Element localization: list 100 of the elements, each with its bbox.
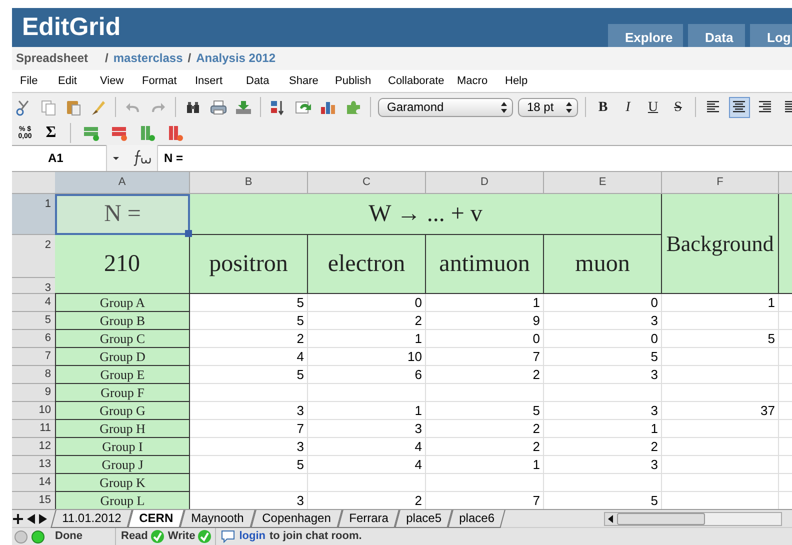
function-button[interactable] [106,145,158,172]
nav-tab[interactable]: Data [688,24,745,47]
menu-item[interactable]: File [20,72,58,90]
table-cell: positron [190,234,308,294]
table-cell: 0 [544,330,662,348]
table-cell: electron [308,234,426,294]
table-cell: 5 [190,456,308,474]
column-header[interactable]: B [190,172,308,194]
table-cell [779,402,792,420]
breadcrumb-link[interactable]: masterclass [113,49,183,68]
nav-tab[interactable]: Log [750,24,792,47]
row-number[interactable]: 9 [12,384,55,402]
formula-input[interactable]: N = [158,149,184,168]
breadcrumb-separator: / [105,50,108,68]
italic-button[interactable]: I [618,97,638,118]
check-icon [150,530,164,543]
row-number[interactable]: 4 [12,294,55,312]
table-cell: 5 [426,402,544,420]
chat-hint: to join chat room. [270,529,362,544]
sheet-tab[interactable]: Maynooth [180,510,256,528]
check-icon [198,530,212,543]
menu-item[interactable]: Macro [457,72,505,90]
fill-handle[interactable] [185,230,192,237]
nav-tab[interactable]: Explore [608,24,683,47]
table-cell: Group F [55,384,190,402]
scroll-thumb[interactable] [617,512,705,524]
table-cell: Group G [55,402,190,420]
table-cell: 4 [308,456,426,474]
download-icon [234,98,252,116]
login-link[interactable]: login [239,528,266,545]
column-header[interactable]: F [662,172,779,194]
align-icon [707,101,719,114]
scroll-left-icon[interactable] [605,512,617,524]
horizontal-scrollbar[interactable] [604,512,782,526]
table-cell: 5 [190,294,308,312]
row-number[interactable]: 1 [12,194,55,235]
row-number[interactable]: 3 [12,278,55,294]
sheet-tab[interactable]: Ferrara [337,510,400,528]
column-header[interactable]: A [55,172,190,194]
column-header[interactable]: D [426,172,544,194]
underline-button[interactable]: U [643,97,663,118]
column-header[interactable]: C [308,172,426,194]
table-cell: Group A [55,294,190,312]
table-cell: 2 [426,438,544,456]
menu-item[interactable]: Publish [335,72,388,90]
table-cell: W → ... + v [190,194,662,235]
sheet-tab[interactable]: place5 [394,510,453,528]
table-cell: 1 [426,456,544,474]
menu-item[interactable]: Edit [58,72,100,90]
size-select[interactable]: 18 pt [518,98,578,117]
row-number[interactable]: 5 [12,312,55,330]
selected-cell[interactable]: N = [55,194,190,235]
table-cell [779,420,792,438]
row-number[interactable]: 7 [12,348,55,366]
next-sheet-icon[interactable] [39,514,47,524]
sum-button[interactable]: Σ [42,121,60,146]
sheet-tab[interactable]: 11.01.2012 [50,510,133,528]
add-sheet-icon[interactable] [13,514,23,524]
table-cell: antimuon [426,234,544,294]
table-cell: 6 [308,366,426,384]
status-light-icon [31,530,45,544]
table-cell: 4 [190,348,308,366]
menu-item[interactable]: Insert [195,72,246,90]
menu-item[interactable]: Data [246,72,289,90]
table-cell [779,312,792,330]
font-select[interactable]: Garamond [378,98,513,117]
menu-item[interactable]: Collaborate [388,72,457,90]
align-button[interactable] [729,96,750,118]
menu-item[interactable]: Format [142,72,195,90]
previous-sheet-icon[interactable] [27,514,35,524]
row-number[interactable]: 14 [12,474,55,492]
scissors-icon [14,98,32,116]
sheet-tab[interactable]: Copenhagen [250,510,342,528]
table-cell: 3 [544,312,662,330]
row-number[interactable]: 6 [12,330,55,348]
strikethrough-button[interactable]: S [668,97,688,118]
sheet-tab[interactable]: CERN [128,510,185,528]
row-number[interactable]: 10 [12,402,55,420]
breadcrumb-link[interactable]: Analysis 2012 [196,49,276,68]
write-label: Write [168,529,196,544]
menu-item[interactable]: Help [505,72,545,90]
row-number[interactable]: 8 [12,366,55,384]
table-cell [779,384,792,402]
refresh-icon [294,98,312,116]
table-cell: 5 [190,366,308,384]
table-cell: 2 [308,492,426,509]
status-text: Done [55,529,84,544]
bold-button[interactable]: B [593,97,613,118]
row-number[interactable]: 13 [12,456,55,474]
menu-item[interactable]: View [100,72,142,90]
table-cell [779,294,792,312]
sheet-tab[interactable]: place6 [448,510,506,528]
row-number[interactable]: 11 [12,420,55,438]
menu-item[interactable]: Share [289,72,335,90]
table-cell: 3 [190,492,308,509]
table-cell: 2 [426,366,544,384]
row-number[interactable]: 15 [12,492,55,509]
row-number[interactable]: 2 [12,234,55,278]
row-number[interactable]: 12 [12,438,55,456]
column-header[interactable]: E [544,172,662,194]
